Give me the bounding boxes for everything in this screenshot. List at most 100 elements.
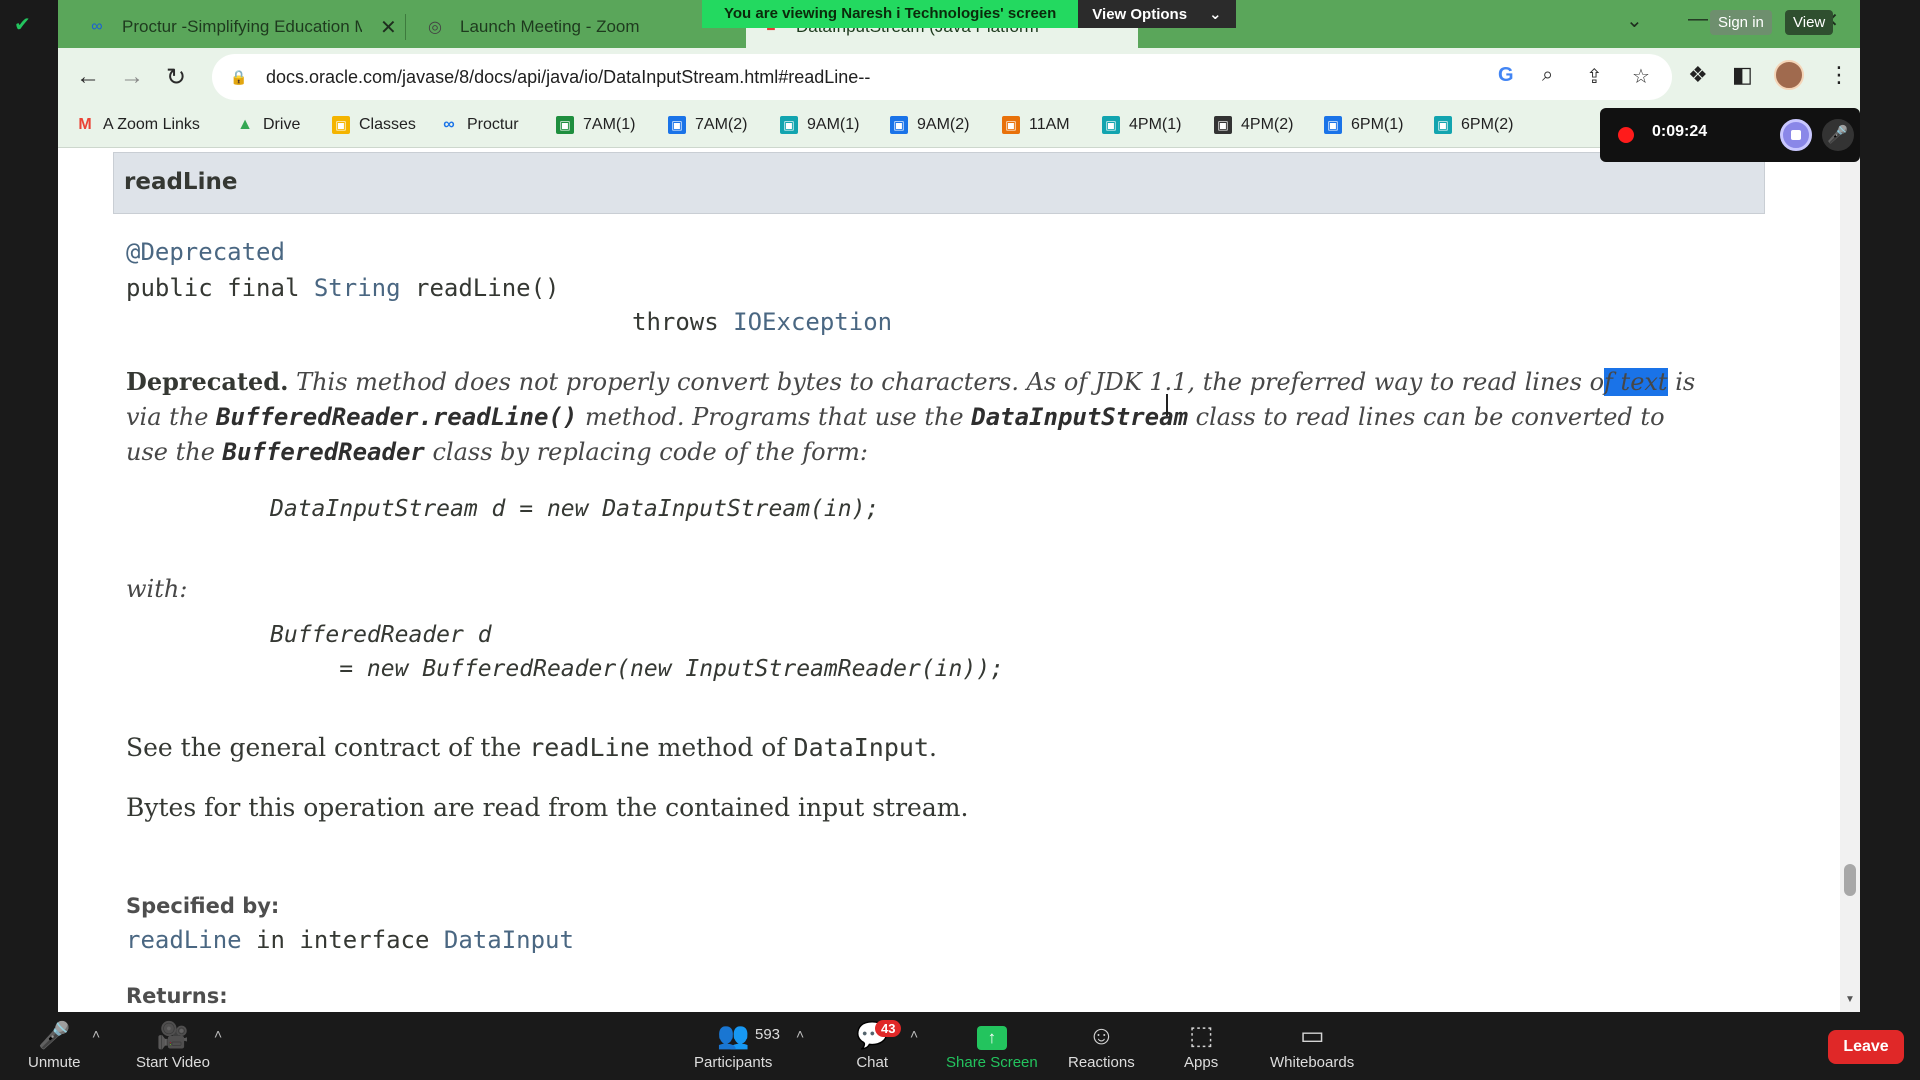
bookmark-11am[interactable]: ▣ 11AM (1002, 116, 1070, 134)
drive-icon: ▲ (237, 116, 253, 133)
bufferedreader-link[interactable]: BufferedReader (223, 438, 425, 466)
extensions-icon[interactable]: ❖ (1688, 62, 1708, 88)
member-title: readLine (124, 169, 238, 195)
bookmark-6pm-1[interactable]: ▣ 6PM(1) (1324, 116, 1403, 134)
throws-clause: throws IOException (632, 308, 893, 336)
lock-icon[interactable]: 🔒 (230, 69, 248, 86)
view-options-button[interactable]: View Options ⌄ (1078, 0, 1236, 28)
classroom-icon: ▣ (1324, 116, 1342, 134)
gmail-icon: M (78, 116, 92, 133)
code-example-new-2: = new BufferedReader(new InputStreamRead… (270, 656, 1004, 682)
bookmark-6pm-2[interactable]: ▣ 6PM(2) (1434, 116, 1513, 134)
spec-readline-link[interactable]: readLine (126, 926, 242, 954)
bookmark-9am-1[interactable]: ▣ 9AM(1) (780, 116, 859, 134)
shared-screen: ∞ Proctur -Simplifying Education M ✕ ◎ L… (58, 0, 1860, 1012)
readline-link[interactable]: readLine (529, 733, 649, 762)
sidepanel-icon[interactable]: ◧ (1732, 62, 1753, 88)
chevron-up-icon[interactable]: ˄ (910, 1026, 918, 1042)
participants-count: 593 (755, 1026, 781, 1043)
proctur-icon: ∞ (91, 18, 103, 35)
bookmark-7am-2[interactable]: ▣ 7AM(2) (668, 116, 747, 134)
apps-icon: ⬚ (1188, 1020, 1214, 1050)
ioexception-link[interactable]: IOException (733, 308, 892, 336)
classroom-icon: ▣ (668, 116, 686, 134)
recording-panel: 0:09:24 🎤 (1600, 108, 1860, 162)
string-type-link[interactable]: String (314, 274, 401, 302)
star-icon[interactable]: ☆ (1632, 64, 1650, 89)
browser-toolbar: ← → ↻ 🔒 docs.oracle.com/javase/8/docs/ap… (58, 48, 1860, 106)
classroom-icon: ▣ (1214, 116, 1232, 134)
shield-icon: ✔ (14, 14, 31, 36)
bytes-text: Bytes for this operation are read from t… (126, 793, 969, 822)
classroom-icon: ▣ (332, 116, 350, 134)
back-icon[interactable]: ← (72, 61, 104, 93)
chevron-up-icon[interactable]: ˄ (796, 1026, 804, 1042)
bookmark-proctur[interactable]: ∞ Proctur (440, 116, 518, 134)
bufferedreader-readline-link[interactable]: BufferedReader.readLine() (216, 403, 577, 431)
bookmark-4pm-2[interactable]: ▣ 4PM(2) (1214, 116, 1293, 134)
reactions-button[interactable]: ☺ Reactions (1068, 1020, 1135, 1071)
datainput-link[interactable]: DataInput (794, 733, 929, 762)
classroom-icon: ▣ (1102, 116, 1120, 134)
returns-label: Returns: (126, 984, 228, 1008)
classroom-icon: ▣ (890, 116, 908, 134)
chevron-down-icon: ⌄ (1209, 6, 1222, 23)
selected-text: f text (1604, 368, 1668, 396)
whiteboard-icon: ▭ (1299, 1020, 1325, 1050)
tab-zoom-launch[interactable]: ◎ Launch Meeting - Zoom (410, 6, 654, 48)
bookmark-zoom-links[interactable]: MA Zoom Links (76, 116, 200, 134)
bookmark-classes[interactable]: ▣ Classes (332, 116, 416, 134)
member-header: readLine (113, 152, 1765, 214)
classroom-icon: ▣ (1434, 116, 1452, 134)
share-screen-button[interactable]: ↑ Share Screen (946, 1020, 1038, 1071)
text-cursor (1166, 394, 1168, 416)
reactions-icon: ☺ (1088, 1020, 1115, 1050)
chevron-up-icon[interactable]: ˄ (214, 1026, 222, 1042)
tab-label: Launch Meeting - Zoom (460, 17, 640, 36)
classroom-icon: ▣ (1002, 116, 1020, 134)
forward-icon[interactable]: → (116, 61, 148, 93)
classroom-icon: ▣ (556, 116, 574, 134)
bookmark-4pm-1[interactable]: ▣ 4PM(1) (1102, 116, 1181, 134)
annotation: @Deprecated (126, 238, 285, 266)
method-signature: public final String readLine() (126, 274, 560, 302)
sign-in-button[interactable]: Sign in (1710, 10, 1772, 35)
spec-datainput-link[interactable]: DataInput (444, 926, 574, 954)
chevron-up-icon[interactable]: ˄ (92, 1026, 100, 1042)
mic-icon[interactable]: 🎤 (1822, 119, 1854, 151)
google-icon[interactable]: G (1498, 64, 1514, 87)
address-bar[interactable]: 🔒 docs.oracle.com/javase/8/docs/api/java… (212, 54, 1672, 100)
bookmarks-bar: MA Zoom Links ▲ Drive ▣ Classes ∞ Proctur ▣… (58, 106, 1860, 148)
close-icon[interactable]: ✕ (380, 15, 397, 40)
chevron-down-icon[interactable]: ⌄ (1626, 8, 1643, 33)
viewing-text: You are viewing Naresh i Technologies' s… (702, 0, 1079, 28)
view-button[interactable]: View (1785, 10, 1834, 35)
proctur-icon: ∞ (443, 116, 455, 133)
apps-button[interactable]: ⬚ Apps (1184, 1020, 1218, 1071)
stop-recording-button[interactable] (1780, 119, 1812, 151)
reload-icon[interactable]: ↻ (160, 61, 192, 93)
minimize-icon[interactable]: — (1688, 8, 1708, 31)
bookmark-7am-1[interactable]: ▣ 7AM(1) (556, 116, 635, 134)
share-icon[interactable]: ⇪ (1586, 64, 1603, 89)
video-off-icon: 🎥 (156, 1020, 190, 1050)
url-text[interactable]: docs.oracle.com/javase/8/docs/api/java/i… (266, 67, 870, 88)
scrollbar[interactable]: ▲ ▼ (1840, 148, 1860, 1012)
share-screen-icon: ↑ (976, 1026, 1007, 1050)
tab-proctur[interactable]: ∞ Proctur -Simplifying Education M ✕ (72, 6, 411, 48)
whiteboards-button[interactable]: ▭ Whiteboards (1270, 1020, 1354, 1071)
zoom-icon[interactable]: ⌕ (1542, 64, 1553, 87)
leave-button[interactable]: Leave (1828, 1030, 1904, 1064)
bookmark-9am-2[interactable]: ▣ 9AM(2) (890, 116, 969, 134)
unmute-button[interactable]: 🎤 Unmute (28, 1020, 81, 1071)
with-label: with: (126, 575, 188, 603)
participants-icon: 👥 (717, 1020, 750, 1050)
menu-icon[interactable]: ⋮ (1828, 62, 1850, 88)
scroll-down-icon[interactable]: ▼ (1845, 994, 1855, 1005)
scroll-thumb[interactable] (1844, 864, 1856, 896)
globe-icon: ◎ (428, 19, 442, 36)
bookmark-drive[interactable]: ▲ Drive (236, 116, 300, 134)
avatar[interactable] (1774, 60, 1804, 90)
mic-muted-icon: 🎤 (38, 1020, 71, 1050)
start-video-button[interactable]: 🎥 Start Video (136, 1020, 210, 1071)
